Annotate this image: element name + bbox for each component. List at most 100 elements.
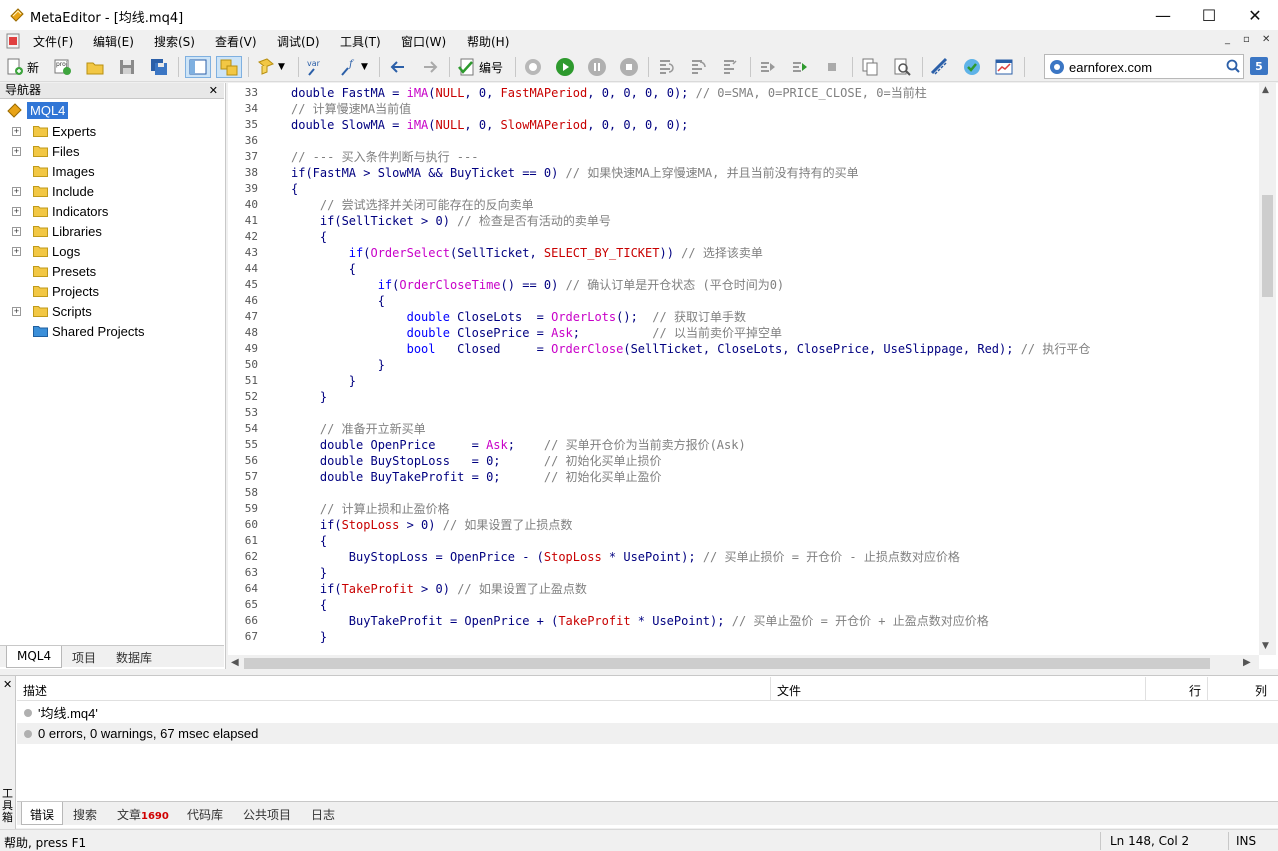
expand-icon[interactable]: + (12, 306, 21, 316)
find-in-files-button[interactable] (892, 56, 912, 78)
navigator-toggle-button[interactable] (185, 56, 211, 78)
menu-window[interactable]: 窗口(W) (401, 33, 446, 50)
menu-tools[interactable]: 工具(T) (340, 33, 381, 50)
menu-help[interactable]: 帮助(H) (467, 33, 509, 50)
tree-item-logs[interactable]: + Logs (0, 241, 224, 261)
menu-file[interactable]: 文件(F) (33, 33, 73, 50)
save-all-button[interactable] (149, 56, 169, 78)
minimize-button[interactable]: — (1140, 0, 1186, 30)
styler-button[interactable]: ▼ (256, 56, 285, 78)
open-button[interactable] (85, 56, 105, 78)
stop-button[interactable] (619, 56, 639, 78)
save-all-icon (151, 59, 167, 75)
copy-button[interactable] (860, 56, 880, 78)
metaquotes-tools-button[interactable] (930, 56, 950, 78)
menu-view[interactable]: 查看(V) (215, 33, 257, 50)
tree-item-libraries[interactable]: + Libraries (0, 221, 224, 241)
expand-icon[interactable]: + (12, 146, 21, 156)
column-column[interactable]: 列 (1255, 682, 1267, 699)
step-out-button[interactable] (720, 56, 740, 78)
pause-button[interactable] (587, 56, 607, 78)
code-editor[interactable]: 33 34 35 36 37 38 39 40 41 42 43 44 45 46 47 48 49 50 51 52… (228, 83, 1278, 672)
gear-icon[interactable] (1048, 58, 1066, 76)
mdi-close-button[interactable]: ✕ (1262, 34, 1270, 45)
debug-history-button[interactable] (523, 56, 543, 78)
start-debug-button[interactable] (555, 56, 575, 78)
expand-icon[interactable]: + (12, 206, 21, 216)
expand-icon[interactable]: + (12, 126, 21, 136)
maximize-button[interactable]: ☐ (1186, 0, 1232, 30)
search-input[interactable] (1069, 58, 1219, 76)
menu-search[interactable]: 搜索(S) (154, 33, 195, 50)
tree-item-shared-projects[interactable]: Shared Projects (0, 321, 224, 341)
new-project-button[interactable]: proj (53, 56, 73, 78)
new-file-icon (7, 58, 23, 75)
nav-tab-project[interactable]: 项目 (62, 646, 106, 668)
vertical-scrollbar[interactable]: ▲ ▼ (1259, 83, 1276, 655)
check-code-button[interactable] (962, 56, 982, 78)
expand-icon[interactable]: + (12, 246, 21, 256)
tab-search[interactable]: 搜索 (65, 802, 105, 825)
code-area[interactable]: double FastMA = iMA(NULL, 0, FastMAPerio… (291, 83, 1251, 655)
navigator-close-button[interactable]: ✕ (209, 83, 218, 98)
menu-edit[interactable]: 编辑(E) (93, 33, 134, 50)
folder-icon (33, 126, 48, 137)
back-button[interactable] (388, 56, 408, 78)
nav-tab-mql4[interactable]: MQL4 (6, 646, 63, 668)
tab-journal[interactable]: 日志 (303, 802, 343, 825)
folder-icon (33, 146, 48, 157)
help-button[interactable]: 5 (1250, 57, 1268, 75)
close-button[interactable]: ✕ (1232, 0, 1278, 30)
save-button[interactable] (117, 56, 137, 78)
scroll-right-icon[interactable]: ▶ (1243, 657, 1251, 668)
tab-public-projects[interactable]: 公共项目 (235, 802, 299, 825)
tree-item-experts[interactable]: + Experts (0, 121, 224, 141)
scroll-down-icon[interactable]: ▼ (1262, 641, 1269, 651)
column-file[interactable]: 文件 (777, 682, 801, 699)
message-row[interactable]: '均线.mq4' (17, 702, 1278, 723)
scroll-up-icon[interactable]: ▲ (1262, 85, 1269, 95)
mdi-minimize-button[interactable]: _ (1225, 34, 1230, 45)
tree-item-projects[interactable]: Projects (0, 281, 224, 301)
vertical-scroll-thumb[interactable] (1262, 195, 1273, 297)
line-number: 42 (244, 230, 258, 243)
message-row[interactable]: 0 errors, 0 warnings, 67 msec elapsed (17, 723, 1278, 744)
expand-icon[interactable]: + (12, 186, 21, 196)
menu-debug[interactable]: 调试(D) (277, 33, 320, 50)
new-file-button[interactable]: 新 (5, 56, 39, 78)
tab-articles[interactable]: 文章1690 (109, 802, 177, 825)
scroll-left-icon[interactable]: ◀ (231, 657, 239, 668)
nav-tab-database[interactable]: 数据库 (106, 646, 162, 668)
tree-item-include[interactable]: + Include (0, 181, 224, 201)
horizontal-scrollbar[interactable]: ◀ ▶ (228, 655, 1259, 672)
terminal-button[interactable] (994, 56, 1014, 78)
step-into-button[interactable] (656, 56, 676, 78)
column-line[interactable]: 行 (1189, 682, 1201, 699)
compile-button[interactable]: 编号 (457, 56, 503, 78)
document-icon[interactable] (5, 33, 21, 49)
toolbox-close-button[interactable]: ✕ (3, 678, 12, 691)
step-over-button[interactable] (688, 56, 708, 78)
column-description[interactable]: 描述 (23, 682, 47, 699)
toolbox-toggle-button[interactable] (216, 56, 242, 78)
tree-item-presets[interactable]: Presets (0, 261, 224, 281)
insert-variable-button[interactable]: var (305, 56, 325, 78)
code-line-64: if(TakeProfit > 0) // 如果设置了止盈点数 (291, 582, 587, 596)
tree-item-files[interactable]: + Files (0, 141, 224, 161)
expand-icon[interactable]: + (12, 226, 21, 236)
search-icon[interactable] (1225, 58, 1241, 74)
forward-button[interactable] (420, 56, 440, 78)
tree-item-images[interactable]: Images (0, 161, 224, 181)
tree-item-indicators[interactable]: + Indicators (0, 201, 224, 221)
insert-function-button[interactable]: f ▼ (339, 56, 368, 78)
tab-errors[interactable]: 错误 (21, 802, 64, 825)
mdi-restore-button[interactable]: ▫ (1243, 34, 1250, 45)
stop-profiling-button[interactable] (822, 56, 842, 78)
title-bar: MetaEditor - [均线.mq4] — ☐ ✕ (0, 0, 1278, 30)
start-profiling-history-button[interactable] (758, 56, 778, 78)
horizontal-scroll-thumb[interactable] (244, 658, 1210, 669)
start-profiling-button[interactable] (790, 56, 810, 78)
tab-codebase[interactable]: 代码库 (179, 802, 231, 825)
tree-root-mql4[interactable]: MQL4 (6, 101, 69, 119)
tree-item-scripts[interactable]: + Scripts (0, 301, 224, 321)
